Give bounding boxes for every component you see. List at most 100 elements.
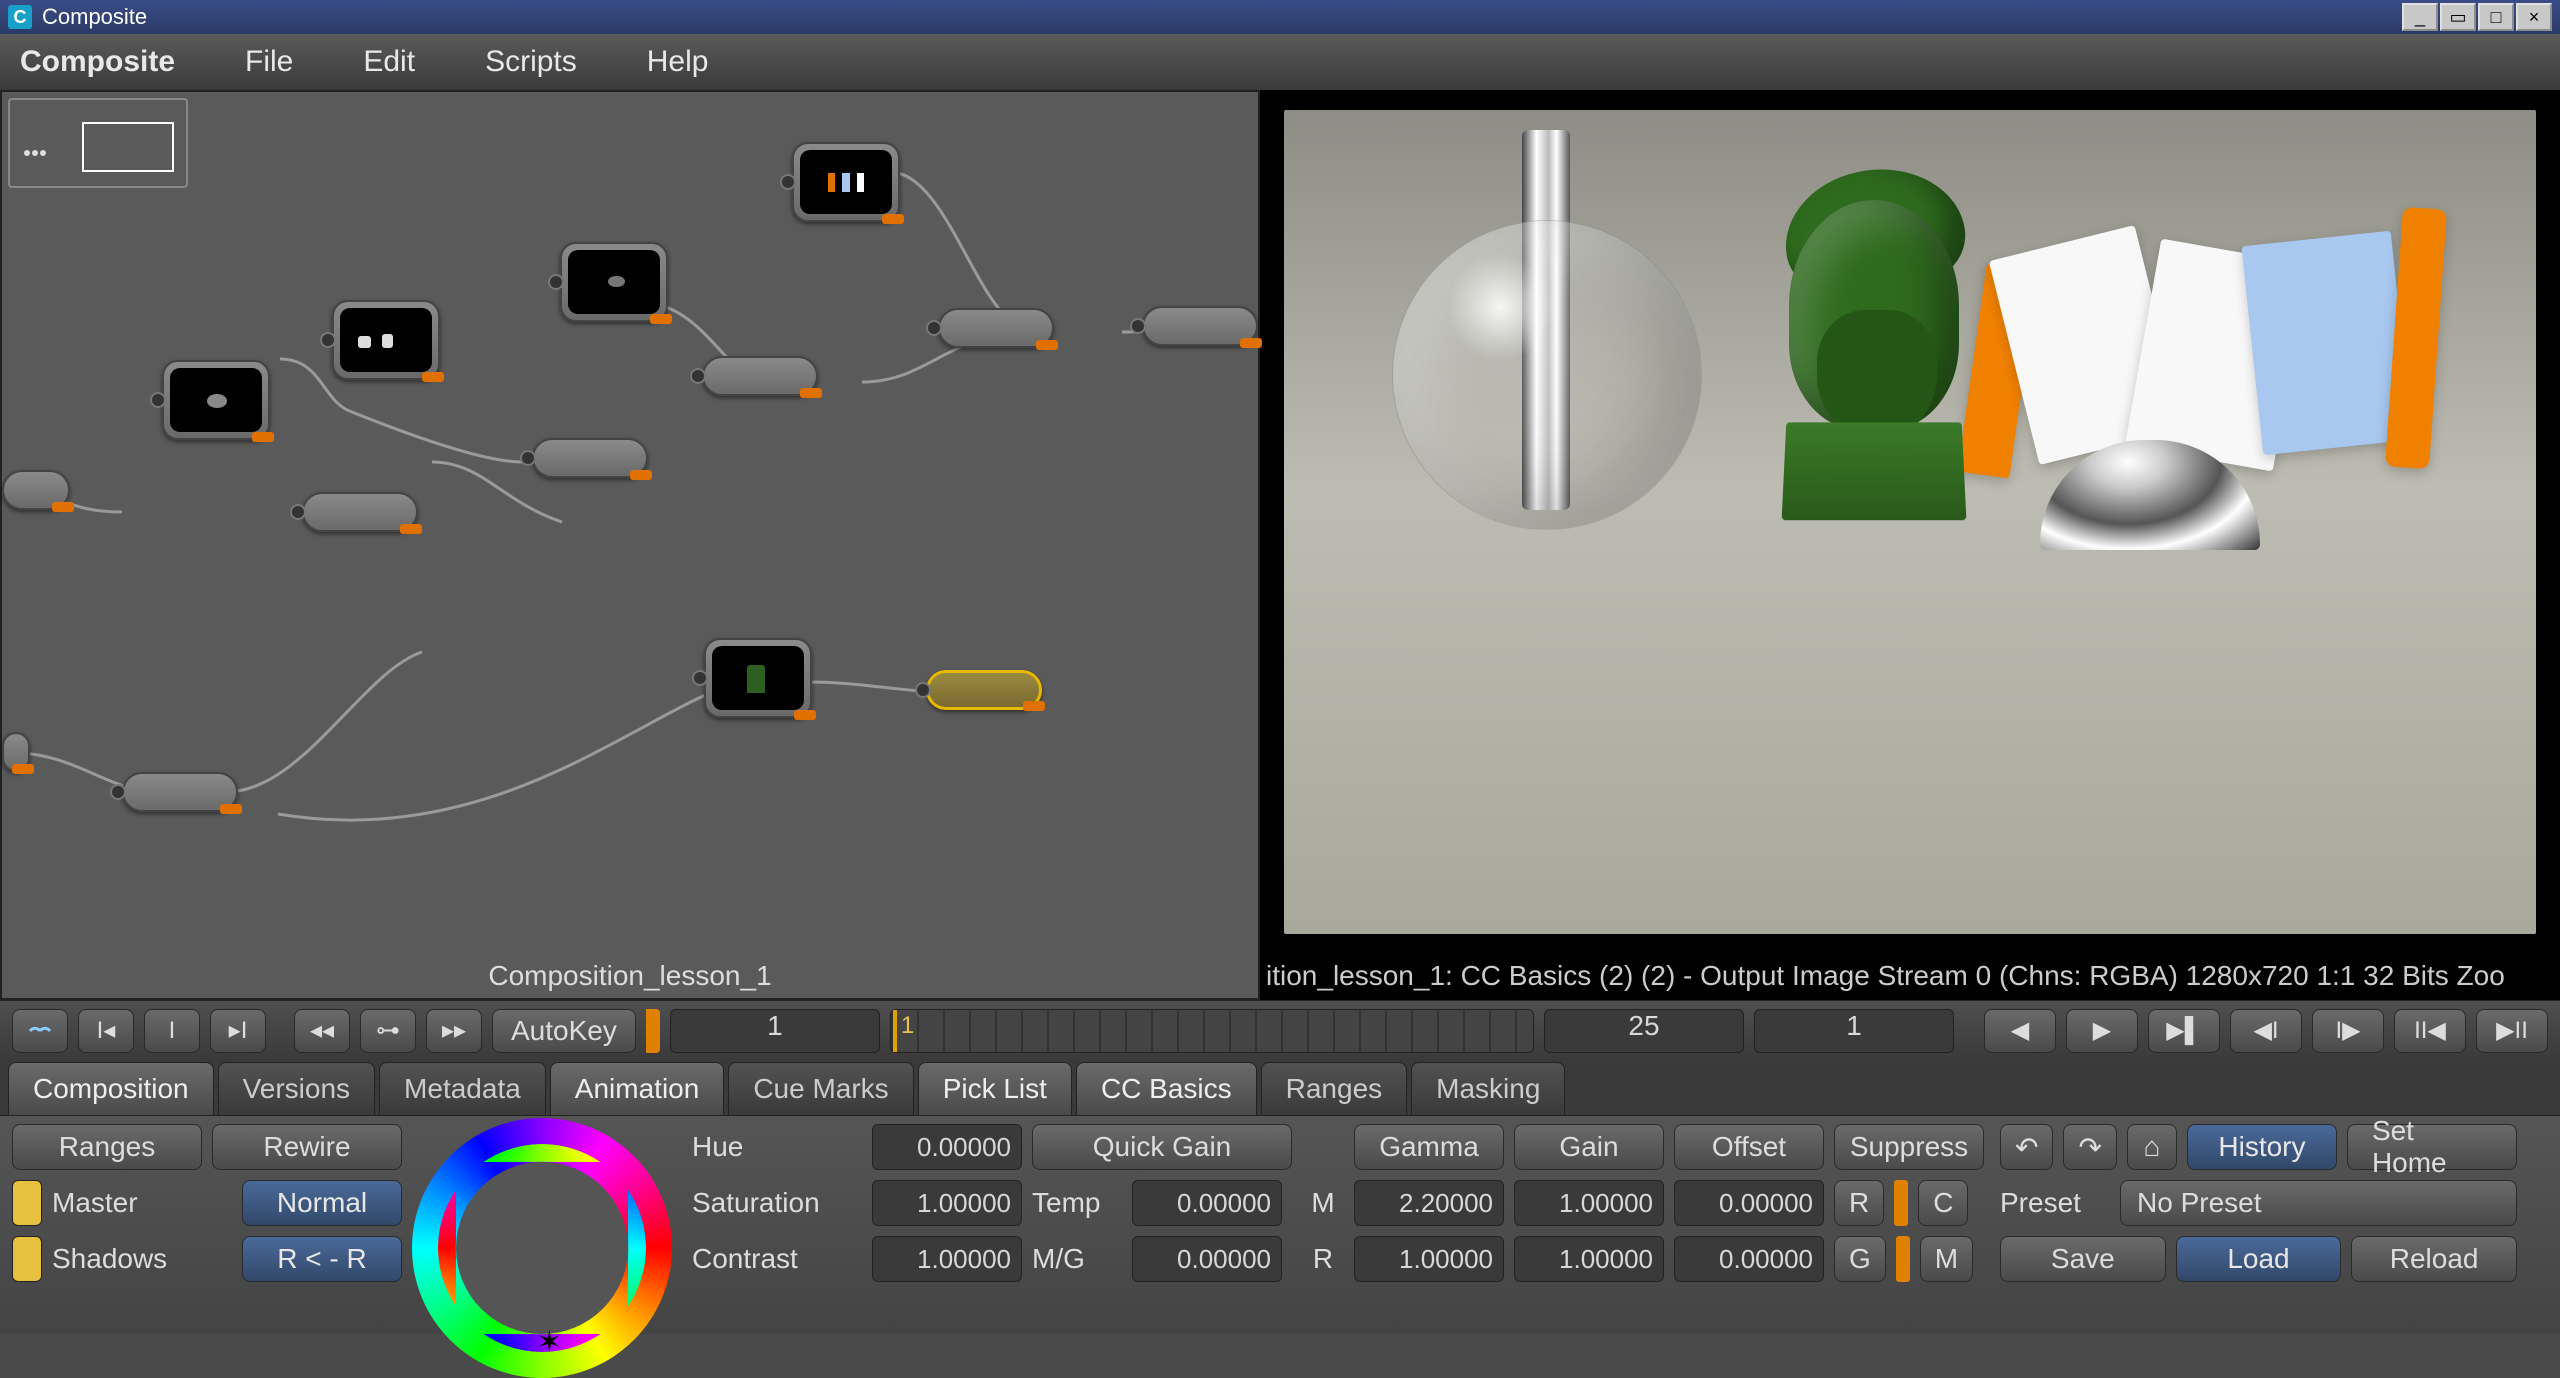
menu-help[interactable]: Help (647, 45, 709, 79)
timeline-ruler[interactable]: 1 (890, 1009, 1534, 1053)
node-pill-c[interactable] (122, 772, 238, 812)
menu-composite[interactable]: Composite (20, 45, 175, 79)
suppress-c-button[interactable]: C (1918, 1180, 1968, 1226)
key-set-button[interactable]: ⊶ (360, 1009, 416, 1053)
step-field[interactable]: 1 (1754, 1009, 1954, 1053)
node-thumb-2[interactable] (332, 300, 440, 380)
shadows-swatch[interactable] (12, 1236, 42, 1282)
timeline-cursor-label: 1 (901, 1012, 914, 1040)
timeline-cursor[interactable] (893, 1010, 897, 1052)
minimize-button[interactable]: _ (2402, 3, 2438, 31)
node-pill-b[interactable] (2, 732, 30, 772)
hue-field[interactable] (872, 1124, 1022, 1170)
menu-file[interactable]: File (245, 45, 293, 79)
offset-header[interactable]: Offset (1674, 1124, 1824, 1170)
node-thumb-3[interactable] (560, 242, 668, 322)
step-back-button[interactable]: ◀I (2230, 1009, 2302, 1053)
tab-animation[interactable]: Animation (550, 1062, 725, 1115)
tab-ranges[interactable]: Ranges (1261, 1062, 1408, 1115)
tab-ccbasics[interactable]: CC Basics (1076, 1062, 1257, 1115)
preset-dropdown[interactable]: No Preset (2120, 1180, 2517, 1226)
set-in-button[interactable]: I (144, 1009, 200, 1053)
undo-button[interactable]: ↶ (2000, 1124, 2053, 1170)
shadows-mode-dropdown[interactable]: R < - R (242, 1236, 402, 1282)
play-loop-button[interactable]: ▶▌ (2148, 1009, 2220, 1053)
tab-picklist[interactable]: Pick List (918, 1062, 1072, 1115)
node-pill-d[interactable] (302, 492, 418, 532)
master-mode-dropdown[interactable]: Normal (242, 1180, 402, 1226)
quick-gain-button[interactable]: Quick Gain (1032, 1124, 1292, 1170)
hue-label: Hue (692, 1131, 862, 1163)
history-button[interactable]: History (2187, 1124, 2337, 1170)
m-gain-field[interactable] (1514, 1180, 1664, 1226)
gain-header[interactable]: Gain (1514, 1124, 1664, 1170)
node-thumb-1[interactable] (162, 360, 270, 440)
save-button[interactable]: Save (2000, 1236, 2166, 1282)
row-m-label: M (1302, 1187, 1344, 1219)
r-offset-field[interactable] (1674, 1236, 1824, 1282)
play-button[interactable]: ▶ (2066, 1009, 2138, 1053)
set-home-button[interactable]: Set Home (2347, 1124, 2517, 1170)
close-button[interactable]: × (2516, 3, 2552, 31)
autokey-indicator (646, 1009, 660, 1053)
tab-metadata[interactable]: Metadata (379, 1062, 546, 1115)
window-title: Composite (42, 4, 2402, 30)
color-wheel[interactable]: ✶ (412, 1118, 672, 1378)
end-frame-field[interactable]: 25 (1544, 1009, 1744, 1053)
r-gain-field[interactable] (1514, 1236, 1664, 1282)
suppress-g-button[interactable]: G (1834, 1236, 1886, 1282)
suppress-r-button[interactable]: R (1834, 1180, 1884, 1226)
load-button[interactable]: Load (2176, 1236, 2342, 1282)
maximize-button[interactable]: □ (2478, 3, 2514, 31)
node-pill-selected[interactable] (926, 670, 1042, 710)
node-pill-a[interactable] (2, 470, 70, 510)
step-forward-button[interactable]: I▶ (2312, 1009, 2384, 1053)
node-pill-g[interactable] (938, 308, 1054, 348)
current-frame-field[interactable]: 1 (670, 1009, 880, 1053)
play-reverse-button[interactable]: ◀ (1984, 1009, 2056, 1053)
skip-forward-button[interactable]: ▶II (2476, 1009, 2548, 1053)
r-gamma-field[interactable] (1354, 1236, 1504, 1282)
autokey-toggle[interactable]: AutoKey (492, 1009, 636, 1053)
tab-cuemarks[interactable]: Cue Marks (728, 1062, 913, 1115)
m-gamma-field[interactable] (1354, 1180, 1504, 1226)
tab-masking[interactable]: Masking (1411, 1062, 1565, 1115)
redo-button[interactable]: ↷ (2063, 1124, 2116, 1170)
node-pill-e[interactable] (532, 438, 648, 478)
suppress-m-button[interactable]: M (1920, 1236, 1973, 1282)
ranges-button[interactable]: Ranges (12, 1124, 202, 1170)
suppress-g-bar[interactable] (1896, 1236, 1910, 1282)
render-viewport[interactable] (1284, 110, 2536, 934)
menu-scripts[interactable]: Scripts (485, 45, 577, 79)
suppress-header[interactable]: Suppress (1834, 1124, 1984, 1170)
home-button[interactable]: ⌂ (2127, 1124, 2177, 1170)
key-next-button[interactable]: ▸▸ (426, 1009, 482, 1053)
node-pill-h[interactable] (1142, 306, 1258, 346)
m-offset-field[interactable] (1674, 1180, 1824, 1226)
master-swatch[interactable] (12, 1180, 42, 1226)
node-thumb-render[interactable] (704, 638, 812, 718)
restore-button[interactable]: ▭ (2440, 3, 2476, 31)
suppress-r-bar[interactable] (1894, 1180, 1908, 1226)
tab-composition[interactable]: Composition (8, 1062, 214, 1115)
key-prev-button[interactable]: ◂◂ (294, 1009, 350, 1053)
goto-end-button[interactable]: ▸I (210, 1009, 266, 1053)
link-toggle-button[interactable] (12, 1009, 68, 1053)
goto-start-button[interactable]: I◂ (78, 1009, 134, 1053)
rewire-button[interactable]: Rewire (212, 1124, 402, 1170)
node-thumb-4[interactable] (792, 142, 900, 222)
mg-field[interactable] (1132, 1236, 1282, 1282)
node-pill-f[interactable] (702, 356, 818, 396)
gamma-header[interactable]: Gamma (1354, 1124, 1504, 1170)
contrast-field[interactable] (872, 1236, 1022, 1282)
menu-edit[interactable]: Edit (363, 45, 415, 79)
color-wheel-cursor[interactable]: ✶ (537, 1325, 562, 1360)
skip-back-button[interactable]: II◀ (2394, 1009, 2466, 1053)
node-graph[interactable] (2, 92, 1258, 998)
temp-field[interactable] (1132, 1180, 1282, 1226)
reload-button[interactable]: Reload (2351, 1236, 2517, 1282)
node-graph-panel[interactable]: Composition_lesson_1 (0, 90, 1260, 1000)
saturation-field[interactable] (872, 1180, 1022, 1226)
title-bar: C Composite _ ▭ □ × (0, 0, 2560, 34)
tab-versions[interactable]: Versions (218, 1062, 375, 1115)
